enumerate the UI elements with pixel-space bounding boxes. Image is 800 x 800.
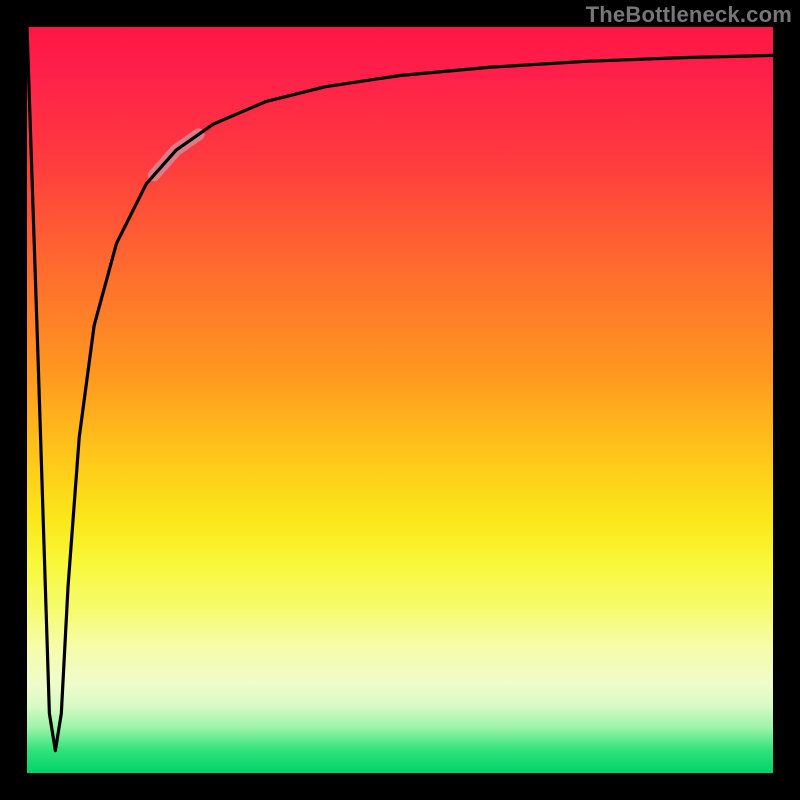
chart-frame: TheBottleneck.com (0, 0, 800, 800)
watermark-text: TheBottleneck.com (586, 2, 792, 28)
bottleneck-curve (27, 27, 773, 773)
plot-area (27, 27, 773, 773)
curve-main (27, 27, 773, 751)
